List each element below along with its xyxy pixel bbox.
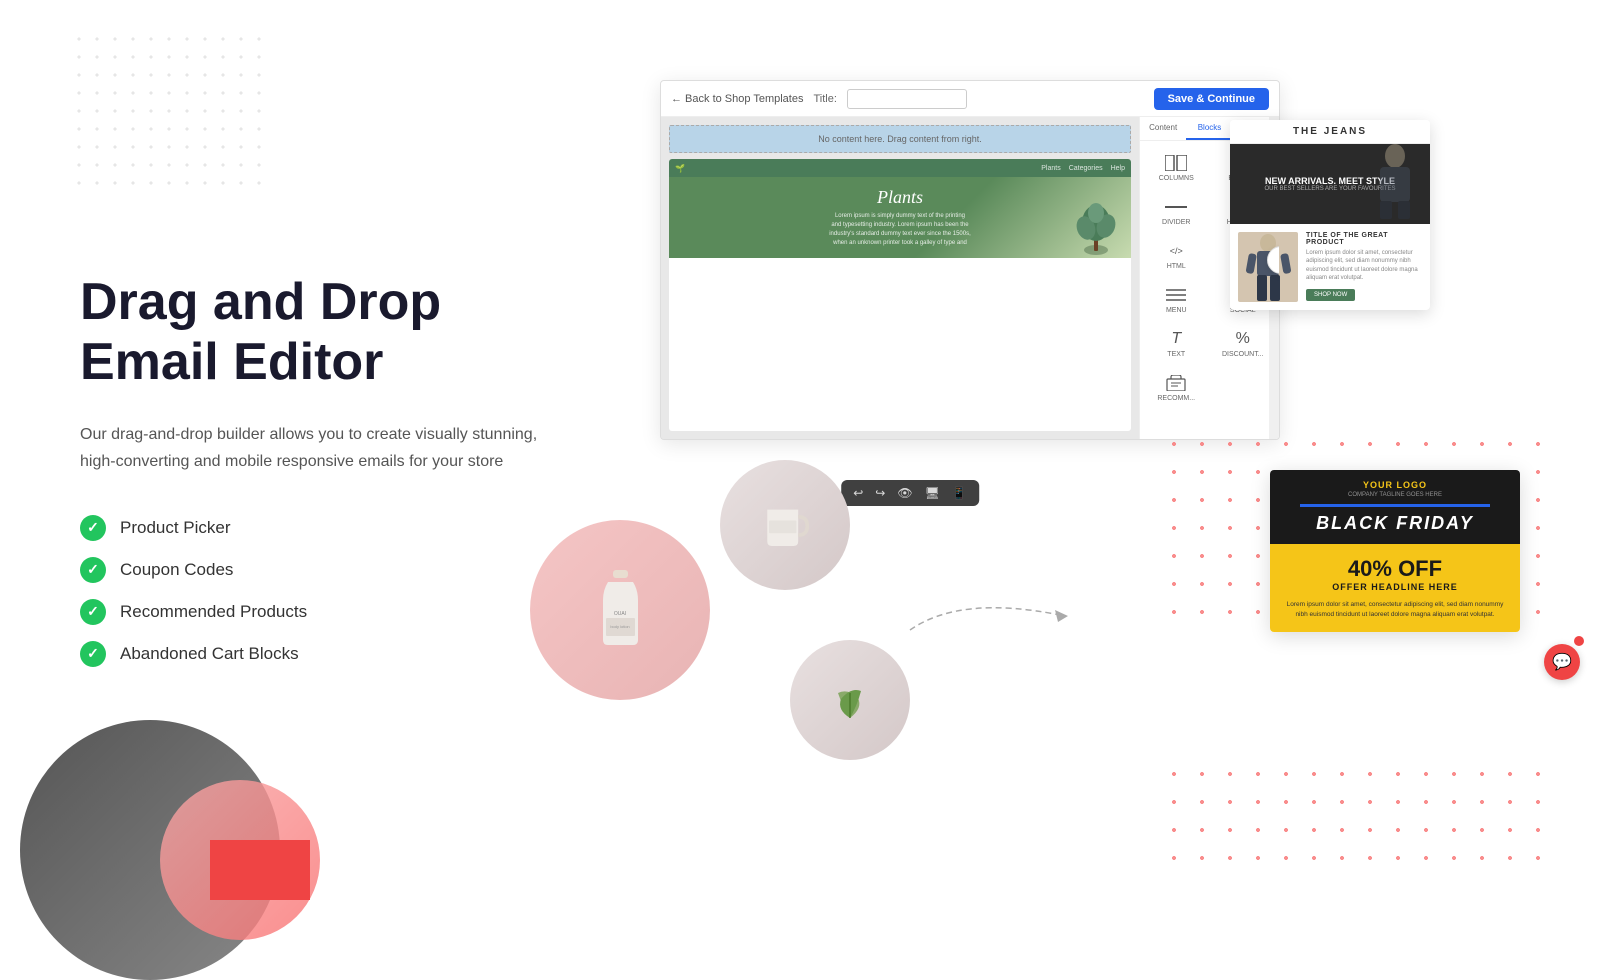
dot-pattern-right-bottom [1160,760,1560,860]
plants-hero: Plants Lorem ipsum is simply dummy text … [669,177,1131,258]
plants-hero-text: Lorem ipsum is simply dummy text of the … [681,212,1119,248]
block-text[interactable]: T TEXT [1146,325,1207,363]
columns-icon [1164,154,1188,172]
back-to-templates-link[interactable]: ← Back to Shop Templates [671,93,803,105]
plants-email-preview: 🌱 Plants Categories Help Plants Lorem ip… [669,159,1131,431]
editor-area: ← Back to Shop Templates Title: Save & C… [580,80,1400,480]
feature-label: Abandoned Cart Blocks [120,644,299,664]
jeans-product-info: TITLE OF THE GREAT PRODUCT Lorem ipsum d… [1306,232,1422,302]
block-columns[interactable]: COLUMNS [1146,149,1207,187]
bf-tagline: COMPANY TAGLINE GOES HERE [1280,492,1510,498]
block-menu-label: MENU [1166,307,1187,314]
plants-nav: 🌱 Plants Categories Help [669,159,1131,177]
block-menu[interactable]: MENU [1146,281,1207,319]
divider-icon [1164,198,1188,216]
desktop-icon[interactable]: 🖥 [925,486,940,500]
svg-text:OUAI: OUAI [613,611,625,617]
jeans-brand: THE JEANS [1236,126,1424,137]
chat-notification-dot [1574,636,1584,646]
bf-logo: YOUR LOGO [1280,480,1510,490]
page-title: Drag and Drop Email Editor [80,273,640,393]
jeans-email-preview: THE JEANS NEW ARRIVALS. MEET STYLE OUR B… [1230,120,1430,310]
bf-body: 40% OFF OFFER HEADLINE HERE Lorem ipsum … [1270,544,1520,632]
deco-arc [210,840,310,900]
jeans-hero: NEW ARRIVALS. MEET STYLE OUR BEST SELLER… [1230,144,1430,224]
block-recommend-label: RECOMM... [1157,395,1195,402]
check-icon [80,557,106,583]
email-canvas: No content here. Drag content from right… [661,117,1139,439]
bf-divider [1300,504,1490,507]
jeans-product: TITLE OF THE GREAT PRODUCT Lorem ipsum d… [1230,224,1430,310]
bf-description: Lorem ipsum dolor sit amet, consectetur … [1280,600,1510,620]
plants-logo: 🌱 [675,164,685,173]
discount-icon: % [1231,330,1255,348]
title-label: Title: [813,93,836,105]
block-discount-label: DISCOUNT... [1222,351,1264,358]
plants-nav-link-plants: Plants [1041,165,1060,172]
jeans-product-desc: Lorem ipsum dolor sit amet, consectetur … [1306,249,1422,283]
jeans-product-title: TITLE OF THE GREAT PRODUCT [1306,232,1422,246]
editor-content: No content here. Drag content from right… [661,117,1279,439]
menu-icon [1164,286,1188,304]
text-icon: T [1164,330,1188,348]
recommend-icon [1164,374,1188,392]
tab-content[interactable]: Content [1140,117,1186,140]
feature-label: Product Picker [120,518,231,538]
tab-blocks[interactable]: Blocks [1186,117,1232,140]
bf-discount: 40% OFF [1280,556,1510,582]
check-icon [80,599,106,625]
save-continue-button[interactable]: Save & Continue [1154,88,1269,110]
dot-pattern-topleft [70,30,270,190]
black-friday-email: YOUR LOGO COMPANY TAGLINE GOES HERE BLAC… [1270,470,1520,632]
plants-nav-link-categories: Categories [1069,165,1103,172]
bf-offer-headline: OFFER HEADLINE HERE [1280,582,1510,592]
mobile-icon[interactable]: 📱 [952,486,967,500]
html-icon: </> [1164,242,1188,260]
check-icon [80,515,106,541]
editor-topbar: ← Back to Shop Templates Title: Save & C… [661,81,1279,117]
plants-nav-link-help: Help [1111,165,1125,172]
block-divider-label: DIVIDER [1162,219,1190,226]
product-circle-bottle: OUAI body lotion [530,520,710,700]
shop-now-button[interactable]: SHOP NOW [1306,289,1355,301]
block-columns-label: COLUMNS [1159,175,1194,182]
block-recommend[interactable]: RECOMM... [1146,369,1207,407]
plant-illustration [1071,198,1121,258]
feature-label: Recommended Products [120,602,307,622]
check-icon [80,641,106,667]
feature-label: Coupon Codes [120,560,233,580]
bf-header: YOUR LOGO COMPANY TAGLINE GOES HERE BLAC… [1270,470,1520,544]
subtitle: Our drag-and-drop builder allows you to … [80,421,560,475]
block-discount[interactable]: % DISCOUNT... [1213,325,1274,363]
products-area: OUAI body lotion [530,460,910,780]
block-html-label: HTML [1167,263,1186,270]
chat-bubble[interactable]: 💬 [1544,644,1580,680]
title-input[interactable] [847,89,967,109]
dashed-arrow [900,590,1080,640]
svg-text:body lotion: body lotion [610,624,629,629]
drag-hint-text: No content here. Drag content from right… [818,134,982,144]
plants-hero-title: Plants [681,187,1119,208]
block-text-label: TEXT [1167,351,1185,358]
bf-title: BLACK FRIDAY [1280,513,1510,534]
editor-window: ← Back to Shop Templates Title: Save & C… [660,80,1280,440]
block-divider[interactable]: DIVIDER [1146,193,1207,231]
product-circle-leaves [790,640,910,760]
plants-nav-links: Plants Categories Help [1041,165,1125,172]
block-html[interactable]: </> HTML [1146,237,1207,275]
drag-hint-area: No content here. Drag content from right… [669,125,1131,153]
product-circle-mug [720,460,850,590]
